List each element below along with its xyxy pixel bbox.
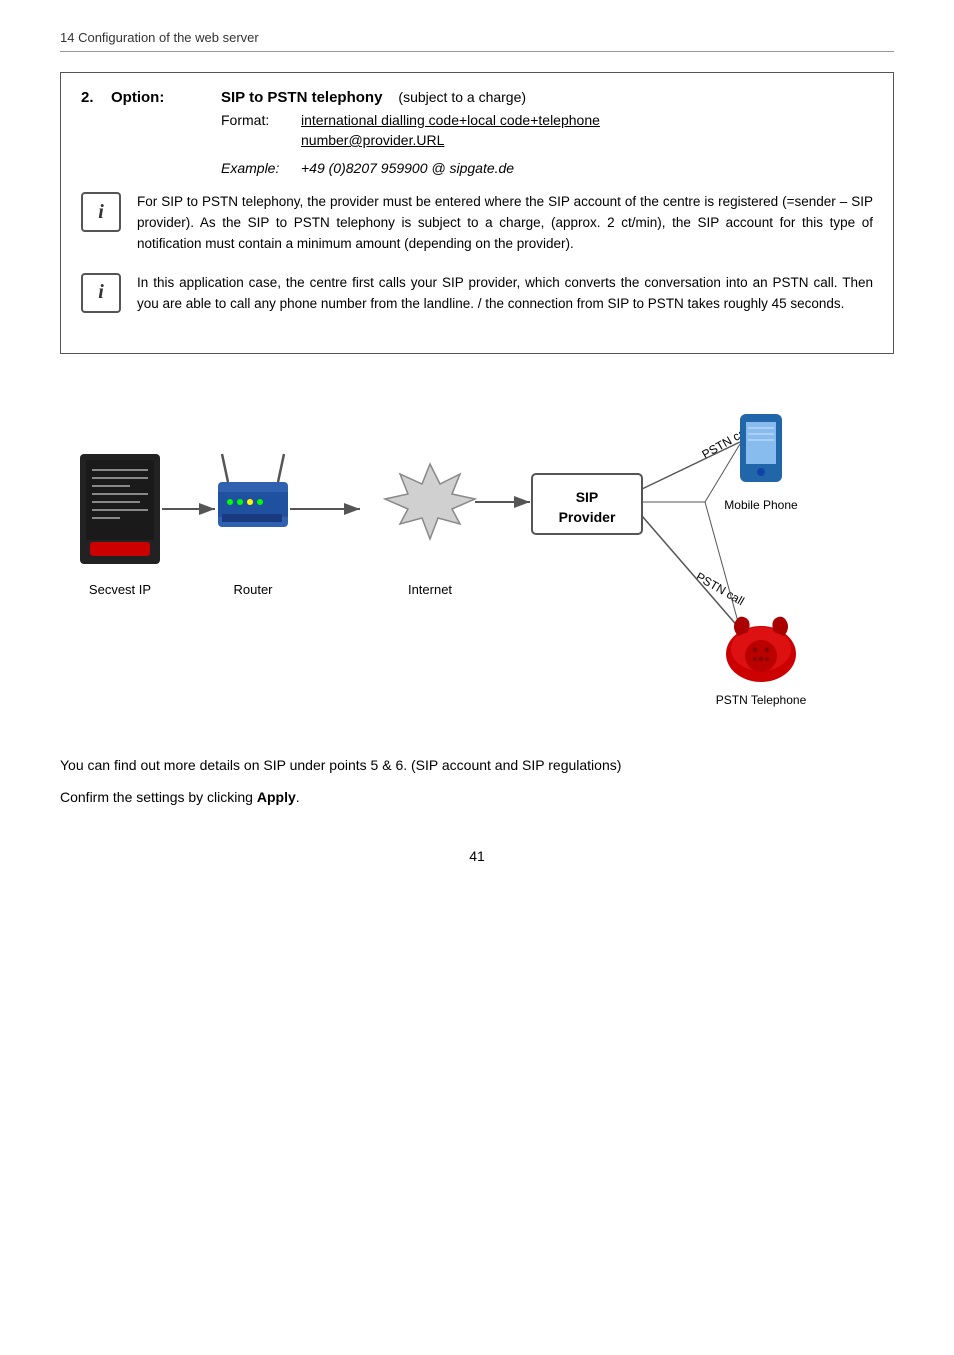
format-line2: number@provider.URL — [301, 132, 444, 148]
option-subtitle: (subject to a charge) — [398, 89, 526, 105]
option-box: 2. Option: SIP to PSTN telephony (subjec… — [60, 72, 894, 354]
example-label: Example: — [221, 160, 301, 176]
example-row: Example: +49 (0)8207 959900 @ sipgate.de — [221, 160, 873, 176]
info-icon-2: i — [81, 273, 121, 313]
header-text: 14 Configuration of the web server — [60, 30, 259, 45]
info-text-2: In this application case, the centre fir… — [137, 273, 873, 315]
page-number: 41 — [60, 848, 894, 864]
pstn-label: PSTN Telephone — [716, 693, 807, 707]
format-row-1: Format: international dialling code+loca… — [221, 112, 873, 128]
example-value: +49 (0)8207 959900 @ sipgate.de — [301, 160, 514, 176]
format-label: Format: — [221, 112, 301, 128]
internet-label: Internet — [408, 582, 452, 597]
info-block-1: i For SIP to PSTN telephony, the provide… — [81, 192, 873, 255]
sip-label: SIP — [576, 489, 599, 505]
option-label: Option: — [111, 89, 221, 106]
secvest-screen — [86, 460, 154, 540]
option-title: SIP to PSTN telephony — [221, 89, 382, 106]
diagram-area: Secvest IP Router Internet SIP Provider … — [60, 384, 894, 724]
bottom-para-2: Confirm the settings by clicking Apply. — [60, 786, 894, 808]
bottom-text: You can find out more details on SIP und… — [60, 754, 894, 809]
format-label-empty — [221, 132, 301, 148]
secvest-label: Secvest IP — [89, 582, 151, 597]
apply-label: Apply — [257, 789, 296, 805]
sip-label2: Provider — [559, 509, 616, 525]
line-sip-mobile — [642, 442, 740, 489]
diagram-svg: Secvest IP Router Internet SIP Provider … — [60, 384, 894, 724]
secvest-button — [90, 542, 150, 556]
info-icon-1: i — [81, 192, 121, 232]
format-line1: international dialling code+local code+t… — [301, 112, 600, 128]
pstn-call-2-label: PSTN call — [694, 569, 747, 608]
format-row-2: number@provider.URL — [221, 132, 873, 148]
page-header: 14 Configuration of the web server — [60, 30, 894, 52]
internet-burst — [385, 464, 475, 539]
info-text-1: For SIP to PSTN telephony, the provider … — [137, 192, 873, 255]
mobile-label: Mobile Phone — [724, 498, 798, 512]
option-title-row: 2. Option: SIP to PSTN telephony (subjec… — [81, 89, 873, 106]
router-label: Router — [233, 582, 273, 597]
bottom-text2: Confirm the settings by clicking — [60, 789, 257, 805]
option-number: 2. — [81, 89, 111, 106]
bottom-para-1: You can find out more details on SIP und… — [60, 754, 894, 776]
mobile-button — [757, 468, 765, 476]
info-block-2: i In this application case, the centre f… — [81, 273, 873, 315]
line-sip-pstn — [642, 516, 740, 629]
